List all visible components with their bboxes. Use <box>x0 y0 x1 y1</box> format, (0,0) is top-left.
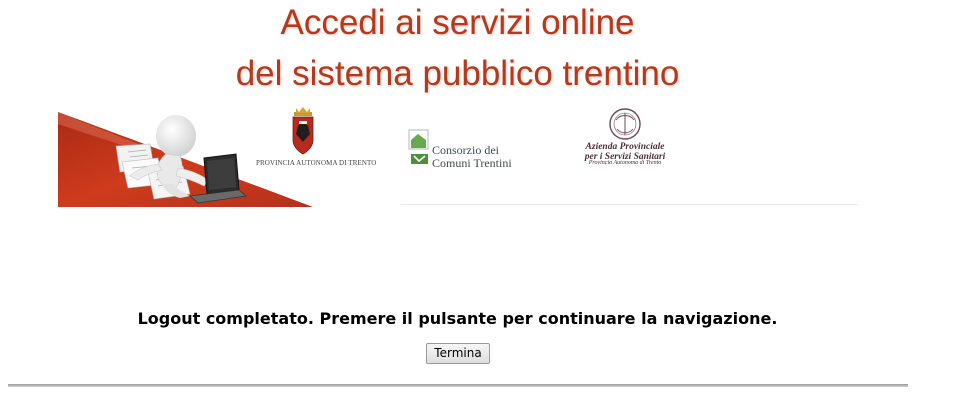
banner-divider <box>401 204 858 205</box>
consorzio-logo-icon <box>408 129 429 164</box>
azienda-sanitaria-logo-icon <box>609 108 641 140</box>
consorzio-logo-label: Consorzio dei Comuni Trentini <box>432 143 512 170</box>
azienda-logo-sublabel: Provincia Autonoma di Trento <box>588 160 662 166</box>
page-title-line-1: Accedi ai servizi online <box>280 3 635 42</box>
provincia-trento-crest-icon <box>292 107 314 155</box>
page-title-line-2: del sistema pubblico trentino <box>235 54 680 93</box>
provincia-logo-label: PROVINCIA AUTONOMA DI TRENTO <box>256 159 377 167</box>
footer-divider <box>8 384 908 387</box>
page: Accedi ai servizi online del sistema pub… <box>0 0 957 411</box>
termina-button[interactable]: Termina <box>426 343 490 364</box>
logout-message: Logout completato. Premere il pulsante p… <box>137 309 778 328</box>
